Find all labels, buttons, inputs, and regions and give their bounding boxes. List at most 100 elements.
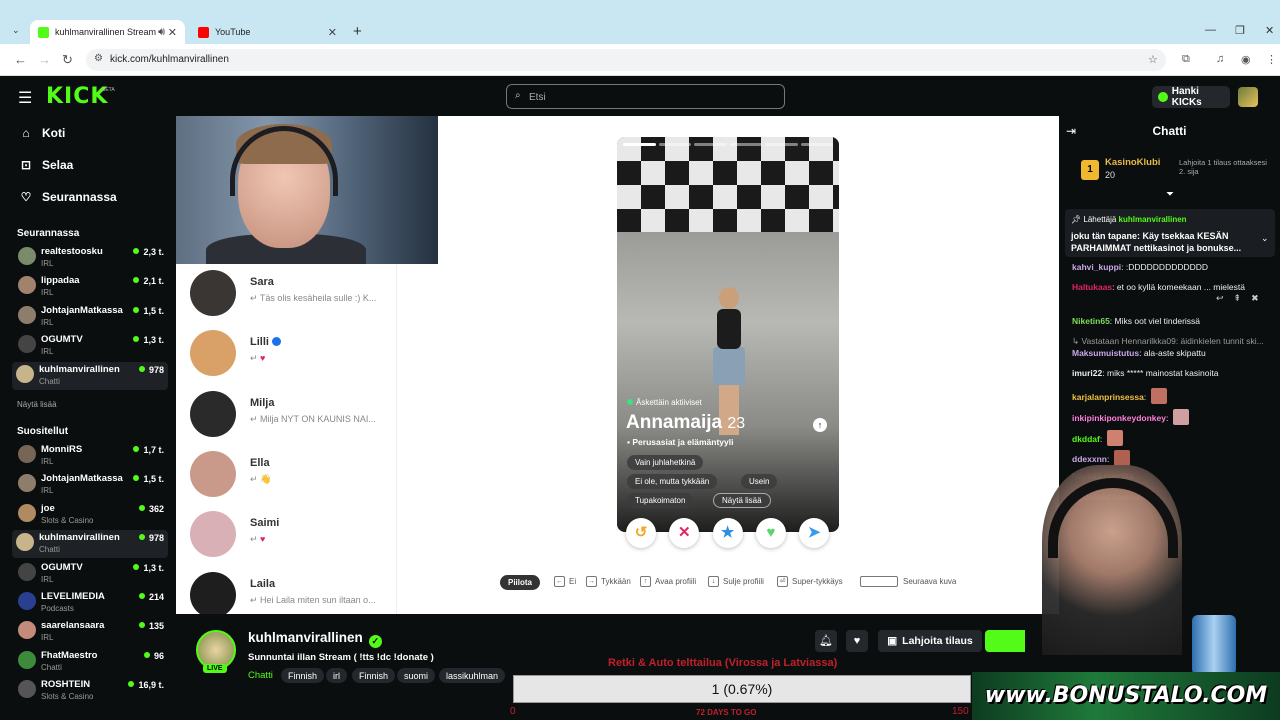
like-button[interactable]: ♥ <box>755 518 786 548</box>
stream-tag[interactable]: suomi <box>397 668 436 683</box>
stream-tag[interactable]: Finnish <box>352 668 396 683</box>
browser-tab[interactable]: YouTube ✕ <box>190 20 345 44</box>
match-item[interactable]: Milja ↵ Milja NYT ON KAUNIS NAI... <box>190 389 395 439</box>
expand-pinned-icon[interactable]: ⌄ <box>1261 233 1269 244</box>
restore-icon[interactable]: ❐ <box>1235 24 1245 37</box>
pinned-sender[interactable]: kuhlmanvirallinen <box>1119 215 1187 224</box>
user-avatar[interactable] <box>1238 87 1258 107</box>
reload-icon[interactable]: ↻ <box>62 52 73 68</box>
extensions-icon[interactable]: ⧉ <box>1182 53 1190 66</box>
chat-username[interactable]: ddexxnn <box>1072 454 1107 464</box>
new-tab-icon[interactable]: + <box>353 23 362 40</box>
sidebar-channel[interactable]: kuhlmanvirallinen Chatti 978 <box>12 530 168 559</box>
reply-icon[interactable]: ↩ <box>1216 293 1234 303</box>
stream-category-link[interactable]: Chatti <box>248 670 273 681</box>
nav-browse[interactable]: ⊡ Selaa <box>18 158 73 172</box>
site-info-icon[interactable]: ⚙︎ <box>94 53 103 64</box>
pin-message-icon[interactable]: ⇞ <box>1234 293 1252 303</box>
live-badge: LIVE <box>203 664 227 673</box>
notification-bell-icon[interactable]: 🔔︎ <box>815 630 837 652</box>
sidebar-channel[interactable]: LEVELIMEDIA Podcasts 214 <box>14 589 168 617</box>
sidebar-channel[interactable]: JohtajanMatkassa IRL 1,5 t. <box>14 471 168 499</box>
stream-player[interactable]: Sara ↵ Täs olis kesäheila sulle :) K... Li… <box>176 116 1059 618</box>
message-text: ↵ Milja NYT ON KAUNIS NAI... <box>250 413 376 424</box>
match-item[interactable]: Ella ↵ 👋 <box>190 449 395 499</box>
match-item[interactable]: Saimi ↵ ♥ <box>190 509 395 559</box>
sidebar-channel[interactable]: FhatMaestro Chatti 96 <box>14 648 168 676</box>
chat-text: et oo kyllä komeekaan ... mielestä <box>1116 282 1245 292</box>
sidebar-channel[interactable]: OGUMTV IRL 1,3 t. <box>14 332 168 360</box>
back-icon[interactable]: ← <box>14 52 27 67</box>
stream-tag[interactable]: Finnish <box>281 668 325 683</box>
pinned-message: 📌︎ Lähettäjä kuhlmanvirallinen joku tän … <box>1065 209 1275 257</box>
sidebar-channel[interactable]: lippadaa IRL 2,1 t. <box>14 273 168 301</box>
shortcut-superlike: ⏎ Super-tykkäys <box>777 576 843 587</box>
minimize-icon[interactable]: — <box>1205 24 1216 36</box>
sidebar-channel[interactable]: OGUMTV IRL 1,3 t. <box>14 560 168 588</box>
open-profile-icon[interactable]: ↑ <box>813 418 827 432</box>
nav-following[interactable]: ♡ Seurannassa <box>18 190 117 204</box>
boost-button[interactable]: ➤ <box>799 518 830 548</box>
shortcut-next-photo: Seuraava kuva <box>860 576 956 587</box>
stream-tag[interactable]: lassikuhlman <box>439 668 506 683</box>
sidebar-channel[interactable]: realtestoosku IRL 2,3 t. <box>14 244 168 272</box>
follow-button[interactable] <box>985 630 1025 652</box>
chat-username[interactable]: imuri22 <box>1072 368 1102 378</box>
match-item[interactable]: Laila ↵ Hei Laila miten sun iltaan o... <box>190 570 395 620</box>
goal-max: 150 <box>952 706 969 717</box>
profile-tag: Ei ole, mutta tykkään <box>627 474 718 489</box>
leader-name[interactable]: KasinoKlubi <box>1105 157 1160 168</box>
basics-label: Perusasiat ja elämäntyyli <box>632 437 734 447</box>
close-window-icon[interactable]: ✕ <box>1265 24 1274 37</box>
sidebar-channel[interactable]: ROSHTEIN Slots & Casino 16,9 t. <box>14 677 168 705</box>
super-like-button[interactable]: ★ <box>712 518 743 548</box>
browser-tab-active[interactable]: kuhlmanvirallinen Stream - 🔊︎ ✕ <box>30 20 185 44</box>
chat-username[interactable]: Maksumuistutus <box>1072 348 1139 358</box>
search-input[interactable] <box>529 89 769 105</box>
match-item[interactable]: Sara ↵ Täs olis kesäheila sulle :) K... <box>190 268 395 318</box>
url-field[interactable]: ⚙︎ kick.com/kuhlmanvirallinen <box>86 49 1166 71</box>
chat-username[interactable]: inkipinkiponkeydonkey <box>1072 413 1166 423</box>
sidebar-channel[interactable]: JohtajanMatkassa IRL 1,5 t. <box>14 303 168 331</box>
sidebar-channel[interactable]: MonniRS IRL 1,7 t. <box>14 442 168 470</box>
channel-name[interactable]: kuhlmanvirallinen ✓ <box>248 630 382 648</box>
chat-username[interactable]: karjalanprinsessa <box>1072 392 1144 402</box>
chat-username[interactable]: kahvi_kuppi <box>1072 262 1121 272</box>
kick-logo[interactable]: KICK <box>46 84 108 109</box>
chat-text: :DDDDDDDDDDDDD <box>1125 262 1209 272</box>
favorite-heart-icon[interactable]: ♥ <box>846 630 868 652</box>
speaker-icon[interactable]: 🔊︎ <box>158 26 165 39</box>
close-tab-icon[interactable]: ✕ <box>328 26 337 39</box>
hide-shortcuts-button[interactable]: Piilota <box>500 575 541 590</box>
bookmark-star-icon[interactable]: ☆ <box>1148 53 1158 66</box>
get-kicks-button[interactable]: Hanki KICKs <box>1152 86 1230 108</box>
rewind-button[interactable]: ↺ <box>626 518 656 548</box>
chat-username[interactable]: Niketin65 <box>1072 316 1110 326</box>
match-item[interactable]: Lilli ↵ ♥ <box>190 328 395 378</box>
tab-search-icon[interactable]: ⌄ <box>12 25 20 36</box>
profile-name: Annamaija 23 <box>626 412 745 434</box>
chat-username[interactable]: dkddaf <box>1072 434 1100 444</box>
show-more-tags-button[interactable]: Näytä lisää <box>713 493 771 508</box>
show-more-link[interactable]: Näytä lisää <box>17 400 57 409</box>
nope-button[interactable]: ✕ <box>669 518 700 548</box>
chat-username[interactable]: Haltukaas <box>1072 282 1112 292</box>
heart-icon: ♡ <box>20 190 32 204</box>
browser-menu-icon[interactable]: ⋮ <box>1266 53 1277 66</box>
stream-tag[interactable]: irl <box>326 668 347 683</box>
beta-badge: BETA <box>102 87 115 93</box>
close-tab-icon[interactable]: ✕ <box>168 26 177 39</box>
expand-leaderboard-icon[interactable]: ⏷ <box>1166 189 1174 200</box>
forward-icon[interactable]: → <box>38 52 51 67</box>
channel-category: Chatti <box>39 376 60 386</box>
profile-icon[interactable]: ◉ <box>1241 53 1251 66</box>
sidebar-channel[interactable]: kuhlmanvirallinen Chatti 978 <box>12 361 168 390</box>
hamburger-menu-icon[interactable]: ☰ <box>18 88 32 108</box>
delete-icon[interactable]: ✖ <box>1251 293 1269 303</box>
search-box[interactable]: ⌕ <box>506 84 785 109</box>
nav-home[interactable]: ⌂ Koti <box>18 126 65 140</box>
media-control-icon[interactable]: ♫ <box>1216 53 1224 65</box>
sidebar-channel[interactable]: joe Slots & Casino 362 <box>14 501 168 529</box>
sidebar-channel[interactable]: saarelansaara IRL 135 <box>14 618 168 646</box>
gift-subscription-button[interactable]: ▣ Lahjoita tilaus <box>878 630 982 652</box>
